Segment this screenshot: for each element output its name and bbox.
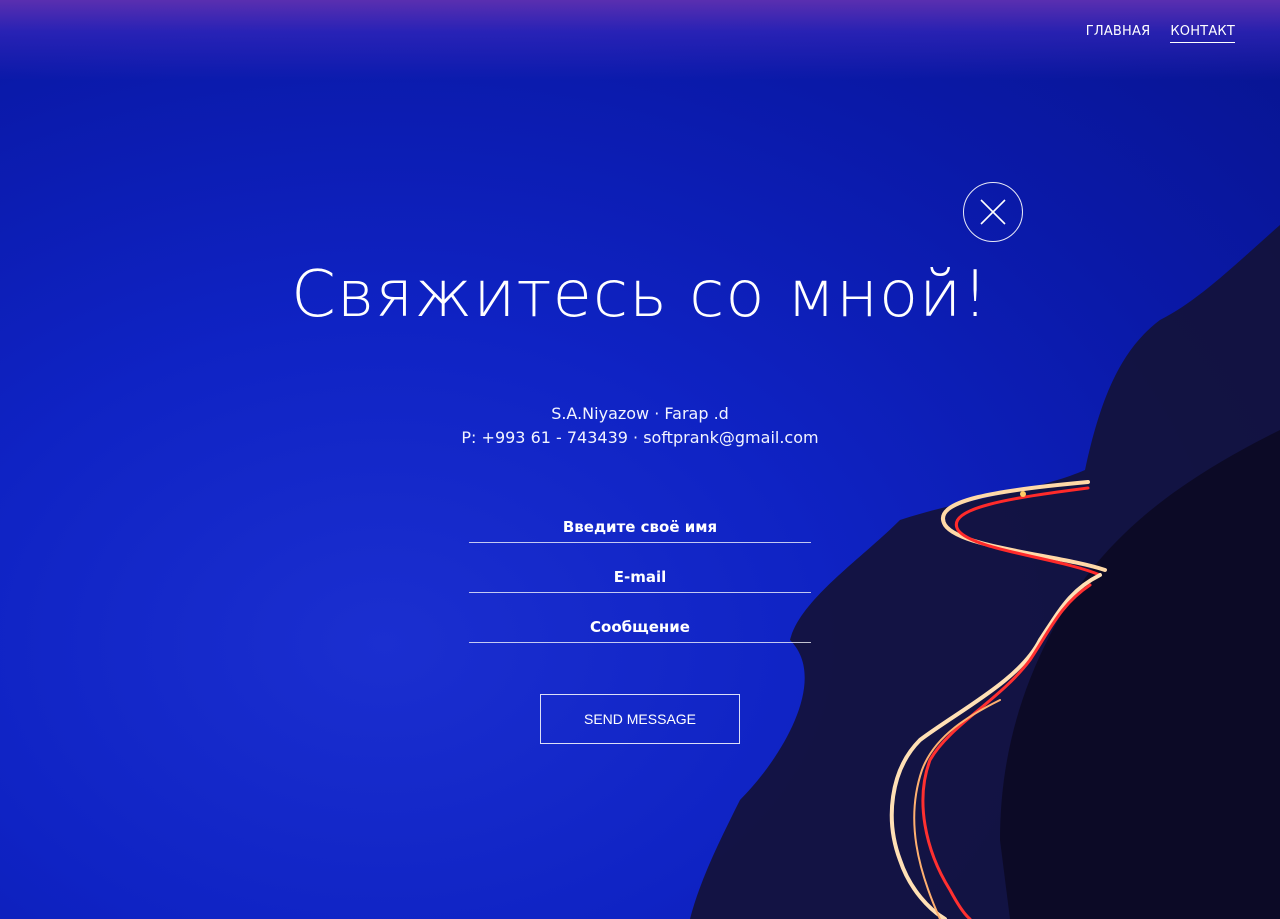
nav-item-home[interactable]: ГЛАВНАЯ xyxy=(1086,24,1151,43)
contact-info: S.A.Niyazow · Farap .d P: +993 61 - 7434… xyxy=(0,402,1280,450)
close-icon xyxy=(980,199,1006,225)
message-input[interactable]: Сообщение xyxy=(469,614,811,643)
contact-address: S.A.Niyazow · Farap .d xyxy=(551,404,729,423)
street-light xyxy=(1020,491,1026,497)
email-input[interactable]: E-mail xyxy=(469,564,811,593)
background-landscape xyxy=(690,225,1280,919)
contact-phone-email: P: +993 61 - 743439 · softprank@gmail.co… xyxy=(461,428,819,447)
main-nav: ГЛАВНАЯ КОНТАКТ xyxy=(1086,24,1235,43)
nav-item-contact[interactable]: КОНТАКТ xyxy=(1170,24,1235,43)
send-message-button[interactable]: SEND MESSAGE xyxy=(540,694,740,744)
close-button[interactable] xyxy=(963,182,1023,242)
page-title: Свяжитесь со мной! xyxy=(291,258,989,332)
name-input[interactable]: Введите своё имя xyxy=(469,514,811,543)
